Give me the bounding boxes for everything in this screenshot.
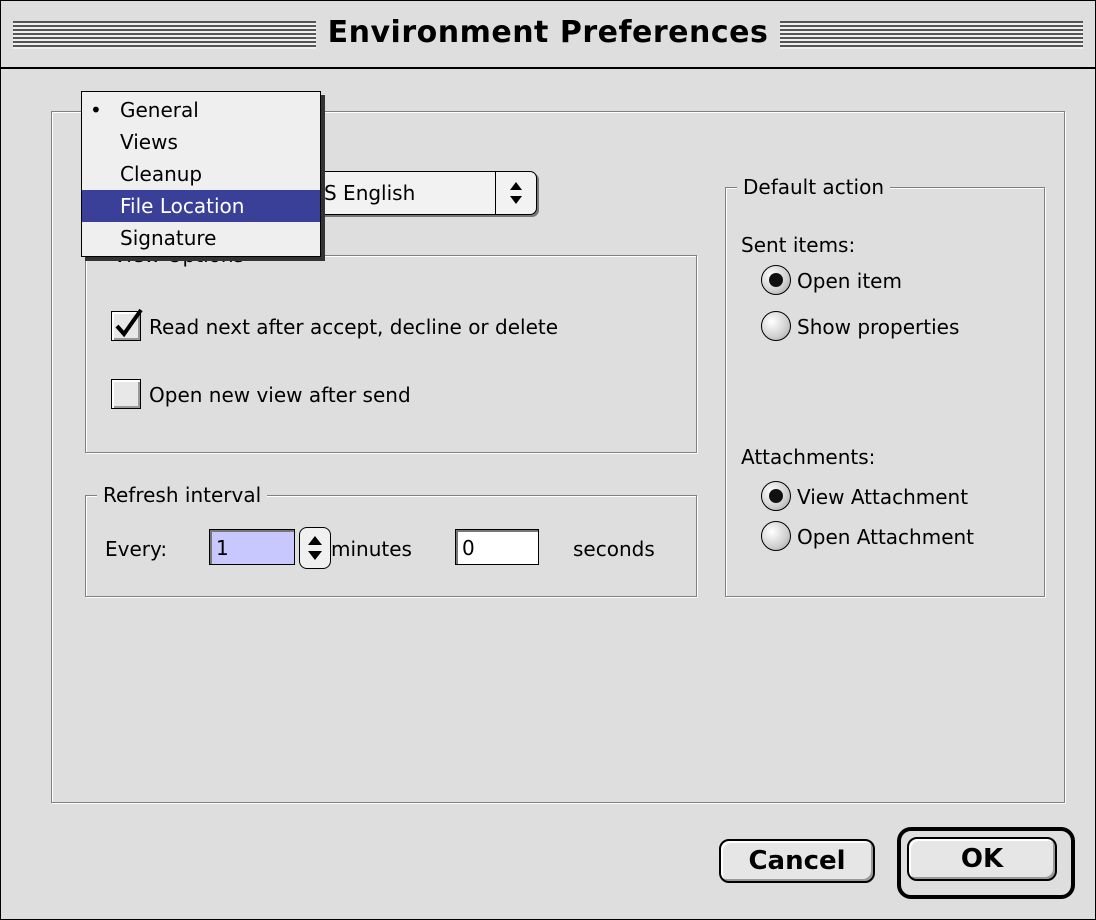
menu-item-file-location[interactable]: File Location: [82, 190, 320, 222]
sent-items-label: Sent items:: [741, 233, 856, 257]
open-new-view-label: Open new view after send: [149, 383, 411, 407]
cancel-button[interactable]: Cancel: [719, 839, 875, 883]
preferences-window: Environment Preferences S English View O…: [0, 0, 1096, 920]
view-attachment-radio[interactable]: [761, 481, 791, 511]
language-popup-value: S English: [324, 181, 416, 205]
open-item-radio[interactable]: [761, 265, 791, 295]
view-attachment-label: View Attachment: [797, 485, 969, 509]
minutes-label: minutes: [331, 537, 412, 561]
stepper-arrows-icon: [308, 536, 322, 560]
menu-item-general[interactable]: • General: [82, 94, 320, 126]
menu-item-label: General: [120, 98, 199, 122]
title-bar-stripes: [13, 21, 1083, 49]
refresh-interval-title: Refresh interval: [97, 483, 268, 507]
check-icon: [115, 308, 143, 338]
tab-menu[interactable]: • General Views Cleanup File Location Si…: [81, 91, 321, 257]
minutes-field[interactable]: 1: [209, 529, 295, 565]
menu-item-signature[interactable]: Signature: [82, 222, 320, 254]
menu-item-label: File Location: [120, 194, 245, 218]
seconds-label: seconds: [573, 537, 655, 561]
show-properties-label: Show properties: [797, 315, 960, 339]
open-item-label: Open item: [797, 269, 902, 293]
menu-item-label: Cleanup: [120, 162, 203, 186]
open-attachment-label: Open Attachment: [797, 525, 975, 549]
minutes-stepper[interactable]: [299, 527, 331, 569]
every-label: Every:: [105, 537, 168, 561]
default-action-title: Default action: [737, 175, 890, 199]
seconds-field[interactable]: 0: [455, 529, 539, 565]
menu-item-label: Signature: [120, 226, 217, 250]
updown-arrows-icon: [510, 182, 522, 204]
current-bullet-icon: •: [90, 98, 102, 122]
view-options-group: [85, 255, 697, 453]
read-next-label: Read next after accept, decline or delet…: [149, 315, 559, 339]
popup-arrows: [495, 172, 536, 214]
attachments-label: Attachments:: [741, 445, 876, 469]
show-properties-radio[interactable]: [761, 311, 791, 341]
open-attachment-radio[interactable]: [761, 521, 791, 551]
language-popup[interactable]: S English: [289, 171, 537, 215]
menu-item-cleanup[interactable]: Cleanup: [82, 158, 320, 190]
open-new-view-checkbox[interactable]: [111, 379, 141, 409]
menu-item-views[interactable]: Views: [82, 126, 320, 158]
title-bar[interactable]: Environment Preferences: [1, 1, 1095, 69]
ok-button[interactable]: OK: [907, 837, 1057, 881]
read-next-checkbox[interactable]: [111, 308, 143, 341]
menu-item-label: Views: [120, 130, 178, 154]
